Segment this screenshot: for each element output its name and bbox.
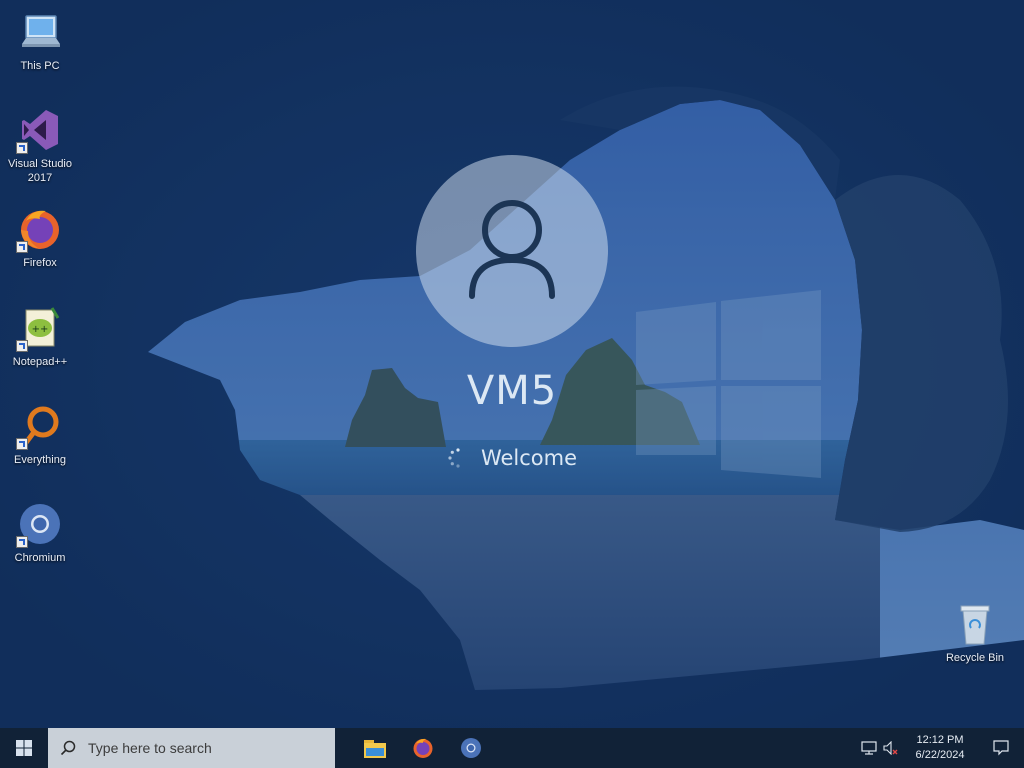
action-center-icon xyxy=(993,740,1009,756)
desktop-icon-recycle-bin[interactable]: Recycle Bin xyxy=(935,600,1015,665)
login-status: Welcome xyxy=(0,446,1024,470)
windows-start-icon xyxy=(16,740,32,756)
taskbar: 12:12 PM 6/22/2024 xyxy=(0,728,1024,768)
search-icon xyxy=(60,740,76,756)
file-explorer-icon xyxy=(364,740,386,758)
desktop-icon-visual-studio[interactable]: Visual Studio 2017 xyxy=(0,106,80,185)
start-button[interactable] xyxy=(0,728,48,768)
user-avatar xyxy=(416,155,608,347)
taskbar-clock[interactable]: 12:12 PM 6/22/2024 xyxy=(902,733,978,763)
this-pc-icon xyxy=(16,8,64,56)
shortcut-arrow-icon xyxy=(16,241,28,253)
chromium-icon xyxy=(461,738,481,758)
loading-spinner-icon xyxy=(448,448,460,468)
action-center-button[interactable] xyxy=(978,728,1024,768)
desktop-icon-chromium[interactable]: Chromium xyxy=(0,500,80,565)
welcome-status-text: Welcome xyxy=(480,446,578,470)
desktop-icon-label: This PC xyxy=(20,60,60,72)
clock-time: 12:12 PM xyxy=(916,734,964,746)
desktop-icon-label: Visual Studio 2017 xyxy=(7,158,72,184)
network-icon xyxy=(861,741,877,755)
shortcut-arrow-icon xyxy=(16,536,28,548)
clock-date: 6/22/2024 xyxy=(915,749,965,761)
desktop-icon-this-pc[interactable]: This PC xyxy=(0,8,80,73)
recycle-bin-icon xyxy=(951,600,999,648)
desktop-icon-firefox[interactable]: Firefox xyxy=(0,205,80,270)
system-tray: 12:12 PM 6/22/2024 xyxy=(858,728,1024,768)
shortcut-arrow-icon xyxy=(16,340,28,352)
desktop-icon-label: Notepad++ xyxy=(12,356,68,368)
desktop-wallpaper xyxy=(0,0,1024,728)
search-input[interactable] xyxy=(86,739,320,757)
chromium-icon xyxy=(16,500,64,548)
firefox-icon xyxy=(413,738,433,758)
shortcut-arrow-icon xyxy=(16,142,28,154)
taskbar-app-firefox[interactable] xyxy=(399,728,447,768)
network-tray-button[interactable] xyxy=(858,728,880,768)
svg-text:++: ++ xyxy=(32,324,49,335)
login-username: VM5 xyxy=(466,368,558,414)
desktop-icon-label: Firefox xyxy=(23,257,57,269)
desktop-icon-label: Recycle Bin xyxy=(945,652,1005,664)
taskbar-app-file-explorer[interactable] xyxy=(351,728,399,768)
volume-muted-icon xyxy=(883,741,898,755)
firefox-icon xyxy=(16,205,64,253)
desktop-icon-label: Chromium xyxy=(14,552,66,564)
volume-tray-button[interactable] xyxy=(880,728,902,768)
user-avatar-icon xyxy=(469,200,555,299)
taskbar-search-box[interactable] xyxy=(48,728,335,768)
desktop-icon-notepad-plus-plus[interactable]: ++ Notepad++ xyxy=(0,304,80,369)
visual-studio-icon xyxy=(16,106,64,154)
taskbar-app-chromium[interactable] xyxy=(447,728,495,768)
notepad-plus-plus-icon: ++ xyxy=(16,304,64,352)
